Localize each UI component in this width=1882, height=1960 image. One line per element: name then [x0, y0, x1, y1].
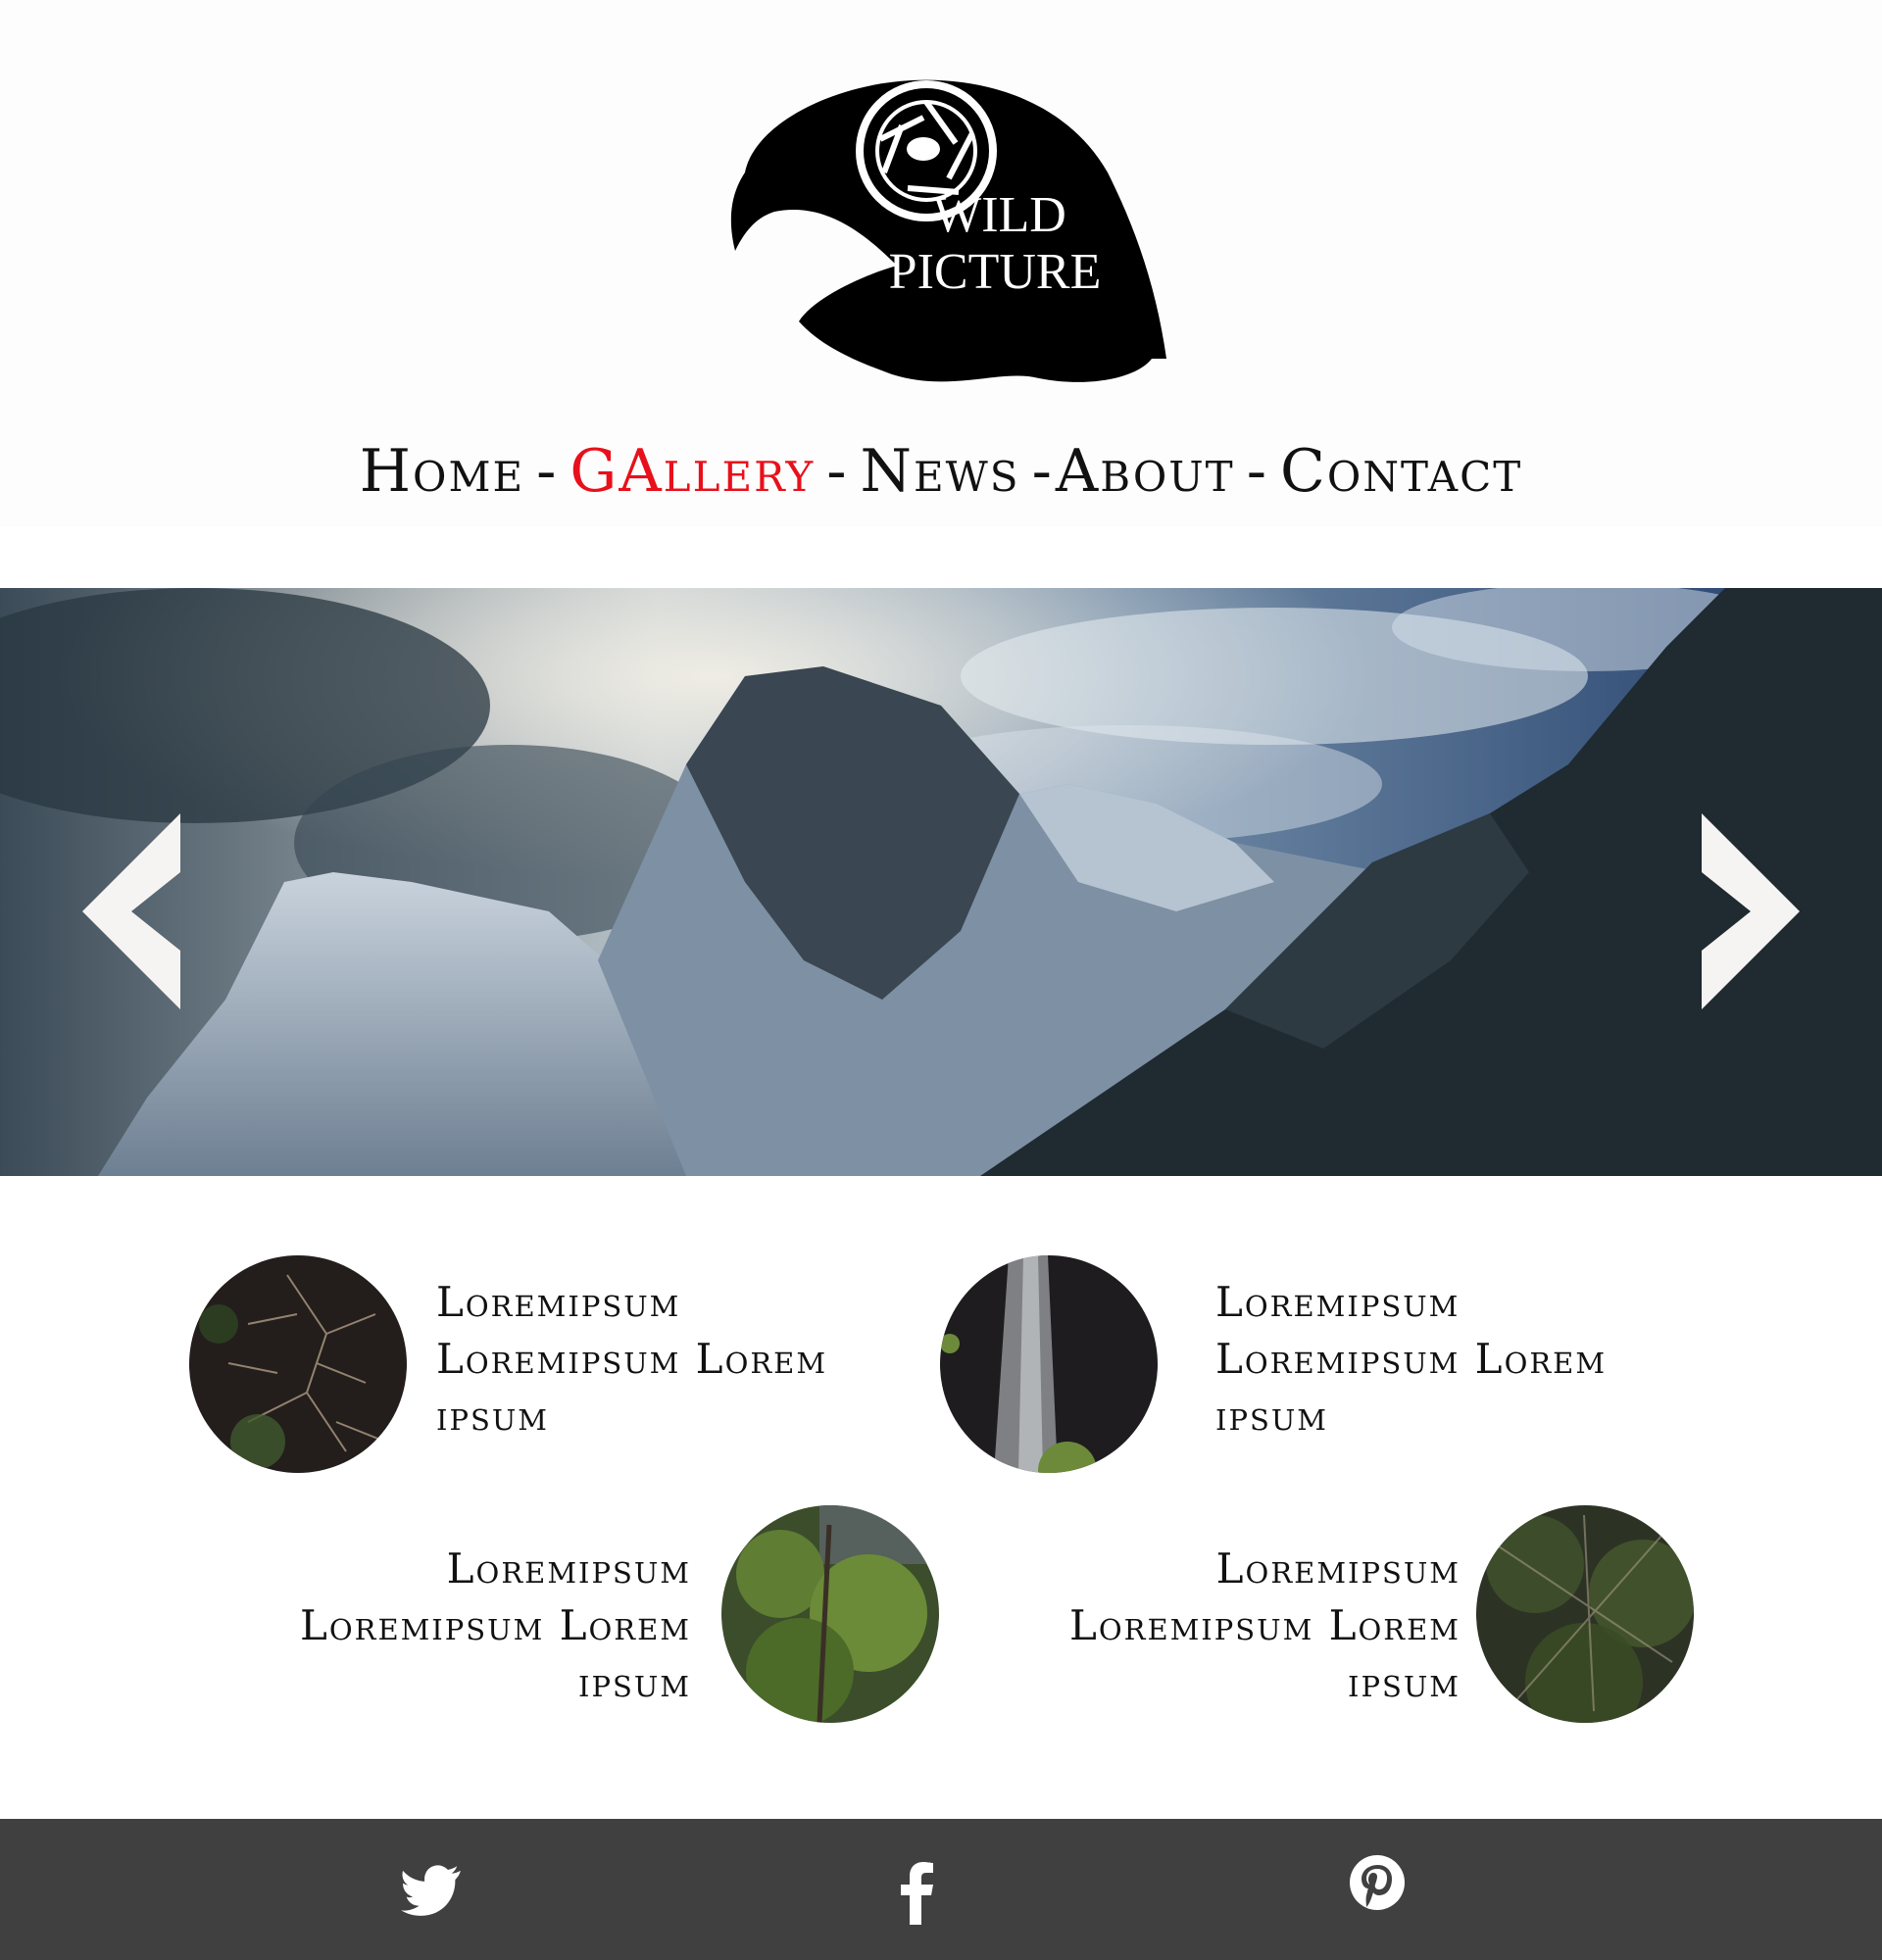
- nav-separator: -: [826, 437, 849, 506]
- nav-separator: -: [1031, 437, 1054, 506]
- mountain-photo: [0, 588, 1882, 1176]
- site-header: WILD PICTURE Home - GAllery - News -About - Con…: [0, 0, 1882, 527]
- twitter-link[interactable]: [399, 1858, 468, 1927]
- wild-picture-logo[interactable]: WILD PICTURE: [716, 65, 1166, 388]
- caption-line: Loremipsum: [436, 1278, 681, 1326]
- main-nav: Home - GAllery - News -About - Contact: [0, 437, 1882, 506]
- pinterest-icon: [1350, 1855, 1405, 1910]
- caption-line: Loremipsum Lorem: [1068, 1601, 1461, 1649]
- nav-item-gallery[interactable]: GAllery: [570, 437, 815, 506]
- nav-item-home[interactable]: Home: [360, 437, 524, 506]
- caption-line: ipsum: [436, 1392, 549, 1440]
- pinterest-link[interactable]: [1343, 1848, 1412, 1917]
- gallery-thumb-2[interactable]: [940, 1255, 1158, 1473]
- hero-slider: [0, 588, 1882, 1176]
- caption-line: Loremipsum Lorem: [436, 1335, 828, 1383]
- caption-line: ipsum: [578, 1658, 691, 1706]
- waterfall-photo: [940, 1255, 1158, 1473]
- gallery-thumb-3[interactable]: [721, 1505, 939, 1723]
- gallery-caption-3: Loremipsum Loremipsum Lorem ipsum: [279, 1541, 691, 1711]
- site-footer: [0, 1819, 1882, 1960]
- eagle-head-logo-icon: WILD PICTURE: [730, 79, 1166, 382]
- chevron-left-icon: [82, 813, 180, 1009]
- nav-item-contact[interactable]: Contact: [1280, 437, 1522, 506]
- facebook-icon: [901, 1862, 933, 1925]
- logo-line-2: PICTURE: [889, 244, 1102, 300]
- nav-separator: -: [536, 437, 559, 506]
- nav-item-about[interactable]: About: [1056, 437, 1235, 506]
- facebook-link[interactable]: [884, 1856, 953, 1925]
- tree-branches-photo: [189, 1255, 407, 1473]
- caption-line: Loremipsum Lorem: [1215, 1335, 1608, 1383]
- caption-line: Loremipsum Lorem: [299, 1601, 691, 1649]
- gallery-caption-2: Loremipsum Loremipsum Lorem ipsum: [1215, 1274, 1607, 1445]
- forest-photo: [1476, 1505, 1694, 1723]
- gallery-caption-4: Loremipsum Loremipsum Lorem ipsum: [1049, 1541, 1461, 1711]
- caption-line: Loremipsum: [1215, 1278, 1461, 1326]
- chevron-right-icon: [1702, 813, 1800, 1009]
- gallery-thumb-1[interactable]: [189, 1255, 407, 1473]
- logo-line-1: WILD: [933, 187, 1066, 243]
- caption-line: Loremipsum: [446, 1544, 691, 1592]
- gallery-caption-1: Loremipsum Loremipsum Lorem ipsum: [436, 1274, 827, 1445]
- green-tree-photo: [721, 1505, 939, 1723]
- caption-line: ipsum: [1348, 1658, 1461, 1706]
- caption-line: Loremipsum: [1215, 1544, 1461, 1592]
- nav-separator: -: [1246, 437, 1268, 506]
- nav-item-news[interactable]: News: [860, 437, 1019, 506]
- slider-prev-button[interactable]: [82, 813, 190, 1009]
- gallery-thumb-4[interactable]: [1476, 1505, 1694, 1723]
- twitter-icon: [401, 1865, 461, 1916]
- slider-next-button[interactable]: [1696, 813, 1804, 1009]
- caption-line: ipsum: [1215, 1392, 1328, 1440]
